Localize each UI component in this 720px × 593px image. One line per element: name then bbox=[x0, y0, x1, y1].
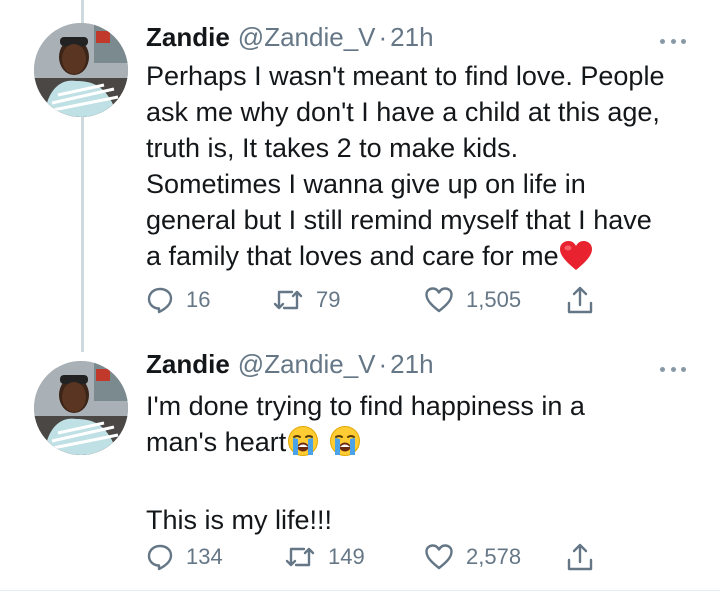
timestamp[interactable]: 21h bbox=[390, 22, 433, 53]
divider bbox=[0, 590, 720, 591]
like-count: 2,578 bbox=[466, 544, 522, 569]
tweet-text-fragment: a family that loves and care for me bbox=[146, 241, 559, 271]
like-icon bbox=[424, 286, 454, 314]
like-button[interactable]: 1,505 bbox=[424, 284, 521, 316]
retweet-icon bbox=[272, 286, 304, 314]
red-heart-icon bbox=[559, 241, 593, 280]
retweet-button[interactable]: 79 bbox=[272, 284, 340, 316]
tweet-text-line: This is my life!!! bbox=[146, 505, 333, 535]
tweet-text-line: Sometimes I wanna give up on life in bbox=[146, 169, 586, 199]
share-button[interactable] bbox=[566, 284, 594, 316]
tweet-text-line-last: a family that loves and care for me bbox=[146, 238, 706, 280]
retweet-count: 149 bbox=[328, 544, 365, 569]
tweet-header: Zandie @Zandie_V · 21h bbox=[146, 349, 434, 383]
tweet-actions: 16 79 1,505 bbox=[146, 284, 606, 316]
more-icon[interactable] bbox=[660, 37, 686, 45]
tweet-text-fragment: man's heart bbox=[146, 427, 287, 457]
reply-icon bbox=[146, 543, 174, 571]
retweet-count: 79 bbox=[316, 287, 341, 312]
reply-button[interactable]: 16 bbox=[146, 284, 210, 316]
tweet[interactable]: Zandie @Zandie_V · 21h I'm done trying t… bbox=[0, 345, 720, 590]
share-button[interactable] bbox=[566, 541, 594, 573]
more-icon[interactable] bbox=[660, 365, 686, 373]
separator-dot: · bbox=[378, 22, 388, 52]
tweet-header: Zandie @Zandie_V · 21h bbox=[146, 22, 434, 56]
retweet-icon bbox=[284, 543, 316, 571]
tweet-text-line: I'm done trying to find happiness in a bbox=[146, 391, 585, 421]
reply-count: 16 bbox=[186, 287, 211, 312]
tweet-actions: 134 149 2,578 bbox=[146, 541, 606, 573]
tweet-text-line: truth is, It takes 2 to make kids. bbox=[146, 133, 519, 163]
like-button[interactable]: 2,578 bbox=[424, 541, 521, 573]
reply-icon bbox=[146, 286, 174, 314]
avatar[interactable] bbox=[34, 361, 128, 455]
timestamp[interactable]: 21h bbox=[390, 349, 433, 380]
tweet-text-line: ask me why don't I have a child at this … bbox=[146, 97, 660, 127]
tweet-text: I'm done trying to find happiness in a m… bbox=[146, 388, 706, 538]
tweet[interactable]: Zandie @Zandie_V · 21h Perhaps I wasn't … bbox=[0, 0, 720, 340]
reply-button[interactable]: 134 bbox=[146, 541, 223, 573]
tweet-text-line: man's heart bbox=[146, 424, 706, 466]
display-name[interactable]: Zandie bbox=[146, 22, 230, 53]
tweet-text-line: Perhaps I wasn't meant to find love. Peo… bbox=[146, 61, 665, 91]
loudly-crying-face-icon bbox=[328, 425, 362, 466]
tweet-text-line: general but I still remind myself that I… bbox=[146, 205, 652, 235]
tweet-text: Perhaps I wasn't meant to find love. Peo… bbox=[146, 58, 706, 280]
share-icon bbox=[566, 542, 594, 572]
user-handle[interactable]: @Zandie_V bbox=[238, 22, 376, 53]
like-count: 1,505 bbox=[466, 287, 522, 312]
reply-count: 134 bbox=[186, 544, 223, 569]
loudly-crying-face-icon bbox=[286, 425, 320, 466]
separator-dot: · bbox=[378, 349, 388, 379]
user-handle[interactable]: @Zandie_V bbox=[238, 349, 376, 380]
retweet-button[interactable]: 149 bbox=[284, 541, 365, 573]
avatar[interactable] bbox=[34, 23, 128, 117]
like-icon bbox=[424, 543, 454, 571]
share-icon bbox=[566, 285, 594, 315]
display-name[interactable]: Zandie bbox=[146, 349, 230, 380]
